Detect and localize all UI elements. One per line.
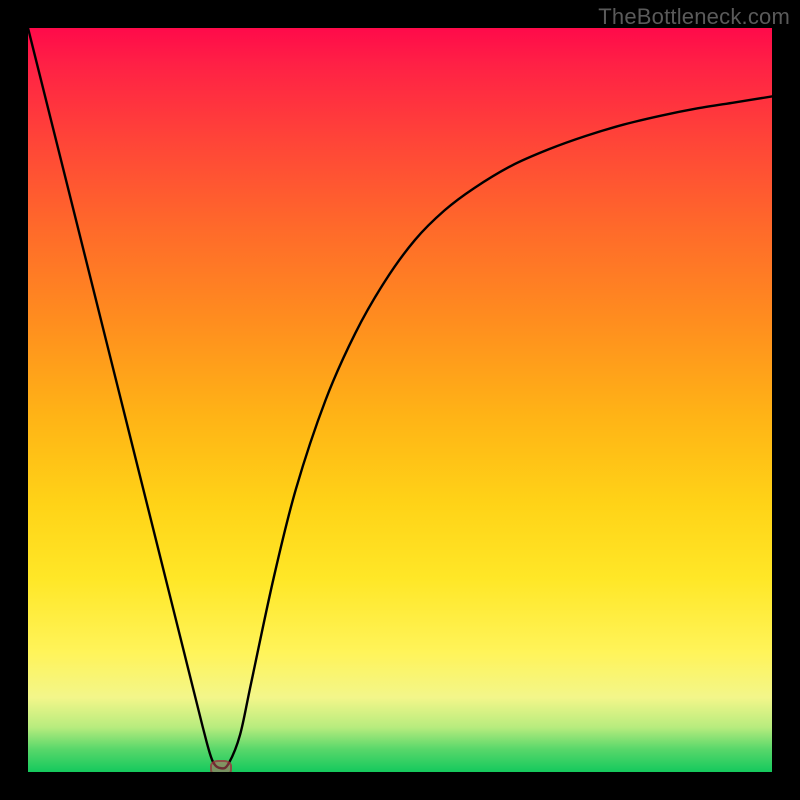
min-marker <box>210 760 232 772</box>
plot-area <box>28 28 772 772</box>
curve-svg <box>28 28 772 772</box>
watermark-label: TheBottleneck.com <box>598 4 790 30</box>
chart-frame: TheBottleneck.com <box>0 0 800 800</box>
curve-path <box>28 28 772 768</box>
